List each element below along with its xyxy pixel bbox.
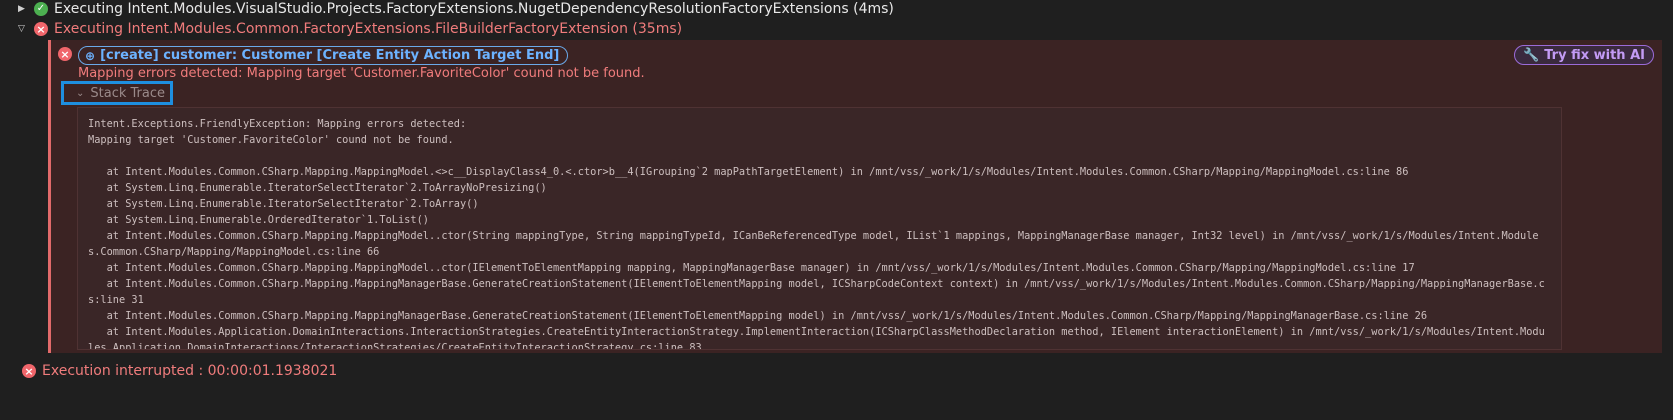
wrench-icon: 🔧	[1523, 47, 1540, 63]
error-panel: × ⊕ [create] customer: Customer [Create …	[48, 40, 1662, 353]
try-fix-ai-button[interactable]: 🔧 Try fix with AI	[1514, 45, 1654, 65]
stack-trace-box: Intent.Exceptions.FriendlyException: Map…	[77, 107, 1562, 350]
try-fix-ai-label: Try fix with AI	[1544, 47, 1645, 63]
stack-trace-label: Stack Trace	[90, 85, 166, 101]
log-entry-success[interactable]: ▶ ✓ Executing Intent.Modules.VisualStudi…	[18, 0, 894, 18]
caret-down-icon[interactable]: ▽	[18, 24, 28, 34]
stack-trace-text: Intent.Exceptions.FriendlyException: Map…	[88, 118, 1545, 350]
crosshair-icon: ⊕	[85, 48, 96, 63]
log-entry-text: Executing Intent.Modules.VisualStudio.Pr…	[54, 1, 894, 17]
log-entry-error[interactable]: ▽ × Executing Intent.Modules.Common.Fact…	[18, 20, 682, 38]
chevron-down-icon: ⌄	[76, 87, 85, 99]
caret-right-icon[interactable]: ▶	[18, 4, 28, 14]
x-circle-icon: ×	[22, 364, 36, 378]
stack-trace-toggle[interactable]: ⌄ Stack Trace	[61, 81, 173, 105]
log-entry-text: Executing Intent.Modules.Common.FactoryE…	[54, 21, 683, 37]
x-circle-icon: ×	[34, 22, 48, 36]
target-link-chip[interactable]: ⊕ [create] customer: Customer [Create En…	[78, 46, 569, 65]
x-circle-icon: ×	[58, 47, 72, 61]
error-message: Mapping errors detected: Mapping target …	[78, 66, 645, 81]
execution-interrupted: × Execution interrupted : 00:00:01.19380…	[22, 362, 337, 380]
target-link-label: [create] customer: Customer [Create Enti…	[100, 48, 560, 63]
check-circle-icon: ✓	[34, 2, 48, 16]
execution-interrupted-text: Execution interrupted : 00:00:01.1938021	[42, 363, 338, 379]
